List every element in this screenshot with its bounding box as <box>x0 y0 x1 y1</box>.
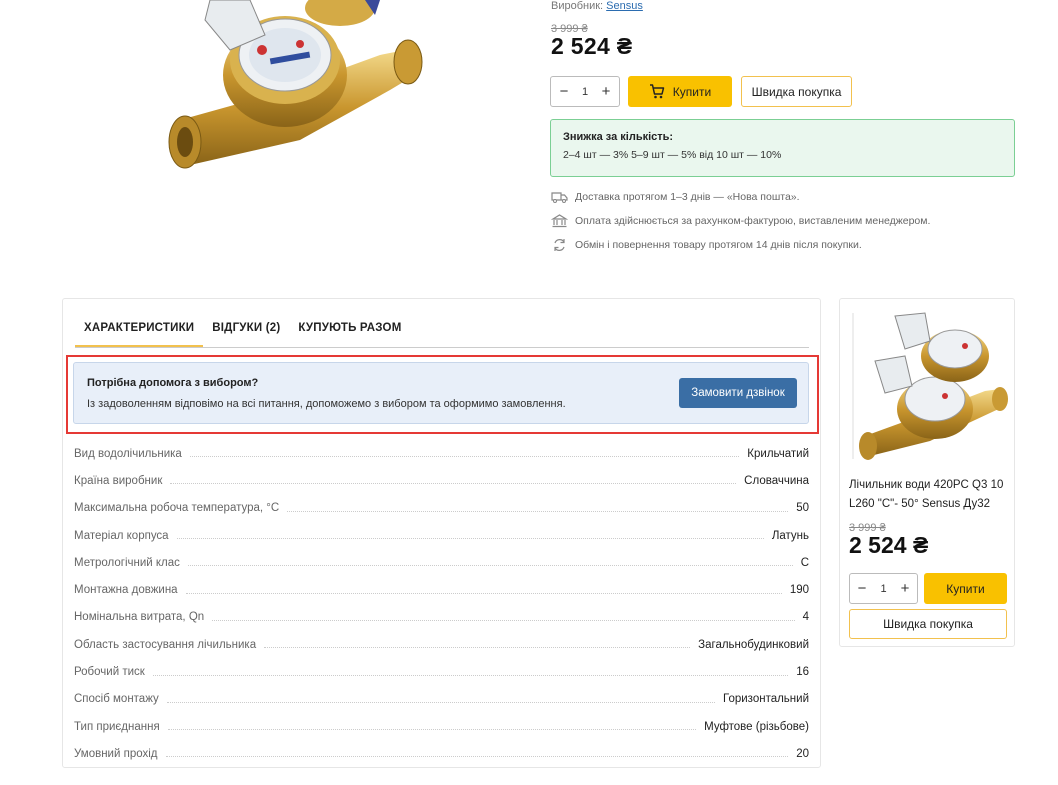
spec-value: 16 <box>796 666 809 679</box>
spec-row: Вид водолічильника Крильчатий <box>74 440 809 467</box>
discount-details: 2–4 шт — 3% 5–9 шт — 5% від 10 шт — 10% <box>563 149 782 161</box>
price: 2 524 ₴ <box>551 33 633 59</box>
spec-value: C <box>800 556 809 569</box>
spec-row: Тип приєднання Муфтове (різьбове) <box>74 713 809 740</box>
minus-icon[interactable]: − <box>558 83 570 100</box>
payment-info: Оплата здійснюється за рахунком-фактурою… <box>551 214 930 228</box>
spec-row: Матеріал корпуса Латунь <box>74 522 809 549</box>
spec-value: Латунь <box>771 529 809 542</box>
maker-link[interactable]: Sensus <box>606 0 643 12</box>
spec-value: Загальнобудинковий <box>698 638 809 651</box>
spec-key: Країна виробник <box>74 474 163 487</box>
cart-icon <box>649 84 665 99</box>
spec-key: Монтажна довжина <box>74 584 178 597</box>
request-call-button[interactable]: Замовити дзвінок <box>679 378 797 408</box>
spec-row: Номінальна витрата, Qn 4 <box>74 604 809 631</box>
spec-value: 20 <box>796 747 809 760</box>
plus-icon[interactable]: + <box>600 83 612 100</box>
payment-text: Оплата здійснюється за рахунком-фактурою… <box>575 215 931 227</box>
spec-value: 4 <box>802 611 809 624</box>
spec-key: Метрологічний клас <box>74 556 180 569</box>
spec-row: Область застосування лічильника Загальноб… <box>74 631 809 658</box>
delivery-info: Доставка протягом 1–3 днів — «Нова пошта… <box>551 190 800 204</box>
spec-value: Крильчатий <box>747 447 809 460</box>
spec-row: Робочий тиск 16 <box>74 658 809 685</box>
minus-icon[interactable]: − <box>856 580 868 597</box>
spec-value: Муфтове (різьбове) <box>704 720 809 733</box>
help-title: Потрібна допомога з вибором? <box>87 377 259 389</box>
tab-bar: ХАРАКТЕРИСТИКИ ВІДГУКИ (2) КУПУЮТЬ РАЗОМ <box>75 319 809 348</box>
returns-text: Обмін і повернення товару протягом 14 дн… <box>575 239 862 251</box>
help-banner: Потрібна допомога з вибором? Із задоволе… <box>73 362 809 424</box>
spec-key: Максимальна робоча температура, °C <box>74 502 280 515</box>
related-product-card: Лічильник води 420PC Q3 10 L260 "C"- 50°… <box>839 298 1015 647</box>
delivery-text: Доставка протягом 1–3 днів — «Нова пошта… <box>575 191 800 203</box>
spec-value: Словаччина <box>744 474 809 487</box>
buy-button-label: Купити <box>672 84 712 99</box>
bank-icon <box>551 214 568 228</box>
related-quantity-stepper[interactable]: − 1 + <box>849 573 918 604</box>
tab-reviews[interactable]: ВІДГУКИ (2) <box>203 319 289 347</box>
spec-key: Область застосування лічильника <box>74 638 257 651</box>
water-meter-image <box>168 0 423 169</box>
spec-value: 50 <box>796 502 809 515</box>
spec-row: Максимальна робоча температура, °C 50 <box>74 495 809 522</box>
related-product-image[interactable] <box>850 311 1008 461</box>
tab-characteristics[interactable]: ХАРАКТЕРИСТИКИ <box>75 319 204 347</box>
quantity-discount-box: Знижка за кількість: 2–4 шт — 3% 5–9 шт … <box>550 119 1015 177</box>
related-quantity-value[interactable]: 1 <box>880 583 886 595</box>
specs-table: Вид водолічильника Крильчатий Країна виро… <box>74 440 809 768</box>
related-buy-button[interactable]: Купити <box>924 573 1007 604</box>
spec-row: Метрологічний клас C <box>74 549 809 576</box>
spec-key: Вид водолічильника <box>74 447 182 460</box>
quantity-value[interactable]: 1 <box>582 86 588 98</box>
maker-label: Виробник: <box>551 0 604 12</box>
truck-icon <box>551 192 568 203</box>
help-text: Із задоволенням відповімо на всі питання… <box>87 398 566 410</box>
spec-key: Спосіб монтажу <box>74 693 159 706</box>
spec-row: Монтажна довжина 190 <box>74 576 809 603</box>
spec-row: Умовний прохід 20 <box>74 740 809 767</box>
returns-info: Обмін і повернення товару протягом 14 дн… <box>551 238 862 252</box>
spec-value: Горизонтальний <box>723 693 809 706</box>
plus-icon[interactable]: + <box>899 580 911 597</box>
spec-row: Спосіб монтажу Горизонтальний <box>74 686 809 713</box>
spec-key: Робочий тиск <box>74 666 145 679</box>
spec-key: Матеріал корпуса <box>74 529 169 542</box>
spec-key: Номінальна витрата, Qn <box>74 611 205 624</box>
spec-value: 190 <box>789 584 809 597</box>
maker-info: Виробник: Sensus <box>551 0 643 12</box>
product-image[interactable] <box>150 0 440 185</box>
quick-buy-button[interactable]: Швидка покупка <box>741 76 852 107</box>
spec-key: Умовний прохід <box>74 747 158 760</box>
spec-key: Тип приєднання <box>74 720 160 733</box>
refresh-icon <box>554 239 565 251</box>
product-details-panel: ХАРАКТЕРИСТИКИ ВІДГУКИ (2) КУПУЮТЬ РАЗОМ… <box>62 298 821 768</box>
related-product-name[interactable]: Лічильник води 420PC Q3 10 L260 "C"- 50°… <box>849 476 1009 514</box>
related-price: 2 524 ₴ <box>849 532 929 558</box>
buy-button[interactable]: Купити <box>628 76 732 107</box>
tab-bought-together[interactable]: КУПУЮТЬ РАЗОМ <box>289 319 410 347</box>
water-meter-thumbnail <box>852 312 1008 460</box>
quantity-stepper[interactable]: − 1 + <box>550 76 620 107</box>
related-quick-buy-button[interactable]: Швидка покупка <box>849 609 1007 639</box>
spec-row: Країна виробник Словаччина <box>74 467 809 494</box>
discount-title: Знижка за кількість: <box>563 131 674 143</box>
